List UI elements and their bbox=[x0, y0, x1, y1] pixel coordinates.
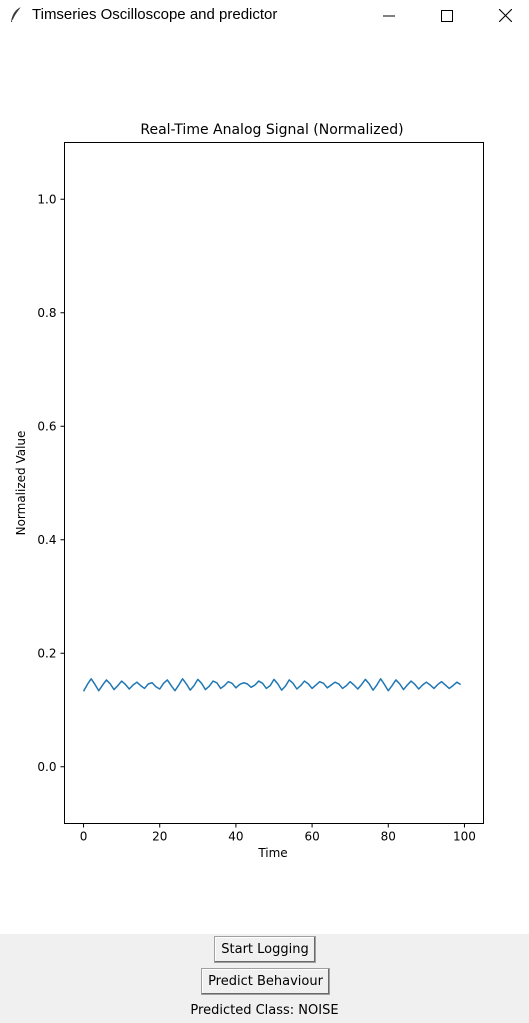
signal-chart: Real-Time Analog Signal (Normalized) 0 20… bbox=[14, 122, 484, 860]
prediction-label: Predicted Class: NOISE bbox=[190, 1003, 339, 1018]
title-bar[interactable]: Timseries Oscilloscope and predictor bbox=[0, 0, 529, 31]
maximize-icon bbox=[441, 9, 453, 22]
x-tick-label: 20 bbox=[152, 830, 167, 844]
y-tick-label: 1.0 bbox=[37, 192, 56, 206]
minimize-icon bbox=[383, 15, 395, 16]
y-tick-label: 0.8 bbox=[37, 306, 56, 320]
close-icon bbox=[498, 9, 512, 22]
y-axis-label: Normalized Value bbox=[14, 431, 28, 536]
x-tick-label: 60 bbox=[304, 830, 319, 844]
x-tick-label: 0 bbox=[80, 830, 88, 844]
start-logging-button[interactable]: Start Logging bbox=[214, 936, 316, 963]
maximize-button[interactable] bbox=[418, 0, 476, 31]
minimize-button[interactable] bbox=[360, 0, 418, 31]
feather-icon bbox=[8, 6, 24, 24]
x-tick-label: 40 bbox=[228, 830, 243, 844]
control-panel: Start Logging Predict Behaviour Predicte… bbox=[0, 934, 529, 1023]
predict-behaviour-button[interactable]: Predict Behaviour bbox=[201, 968, 330, 995]
y-tick-label: 0.0 bbox=[37, 760, 56, 774]
plot-area: Real-Time Analog Signal (Normalized) 0 20… bbox=[0, 31, 529, 934]
y-tick-label: 0.2 bbox=[37, 646, 56, 660]
x-axis-label: Time bbox=[257, 846, 287, 860]
close-button[interactable] bbox=[476, 0, 529, 31]
plot-frame bbox=[64, 142, 484, 824]
x-tick-label: 100 bbox=[453, 830, 476, 844]
y-axis: 0.0 0.2 0.4 0.6 0.8 1.0 bbox=[37, 192, 65, 774]
chart-title: Real-Time Analog Signal (Normalized) bbox=[140, 122, 403, 138]
y-tick-label: 0.6 bbox=[37, 419, 56, 433]
window-title: Timseries Oscilloscope and predictor bbox=[32, 6, 278, 23]
x-axis: 0 20 40 60 80 100 bbox=[80, 823, 476, 844]
y-tick-label: 0.4 bbox=[37, 533, 56, 547]
x-tick-label: 80 bbox=[381, 830, 396, 844]
